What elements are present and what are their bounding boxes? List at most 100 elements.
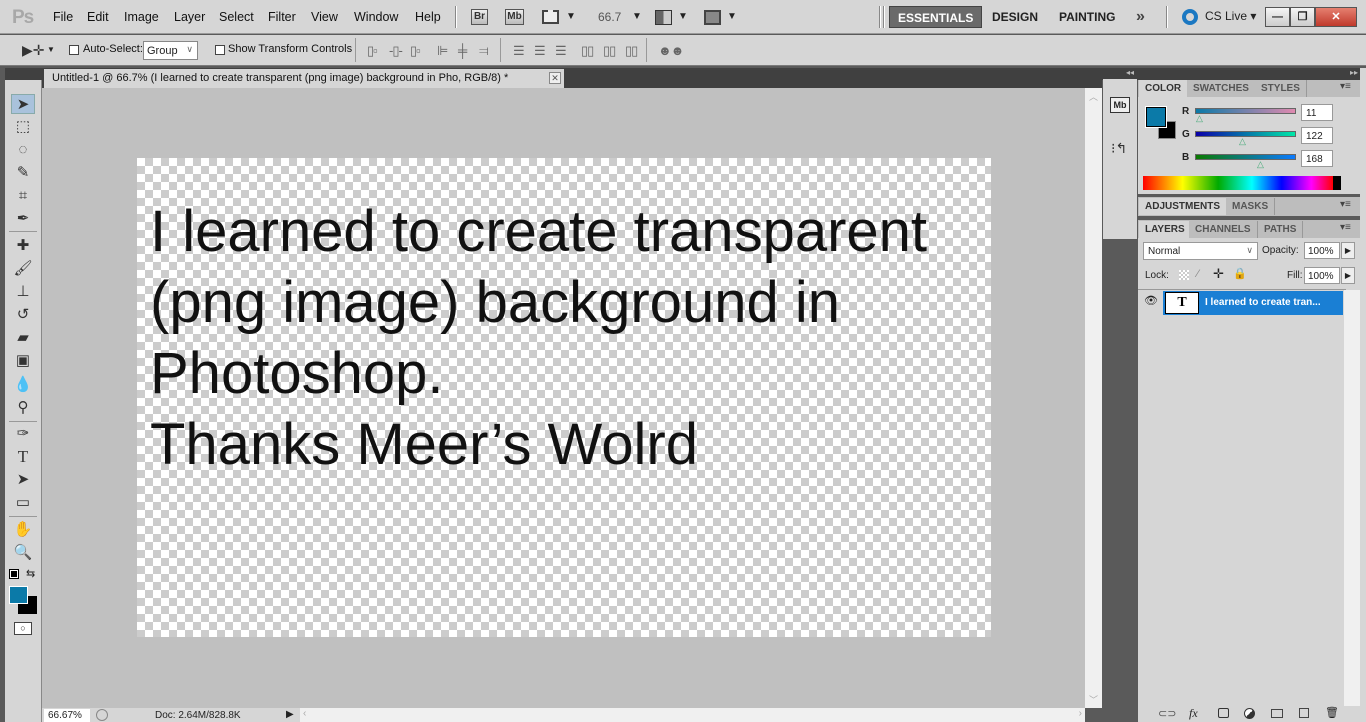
tab-masks[interactable]: MASKS (1226, 198, 1276, 215)
fill-slider-arrow-icon[interactable]: ▶ (1341, 267, 1355, 284)
lock-transparency-icon[interactable] (1179, 270, 1189, 280)
lasso-tool-icon[interactable]: ◌ (11, 140, 35, 160)
arrange-documents-icon[interactable] (655, 10, 672, 25)
dodge-tool-icon[interactable]: ⚲ (11, 398, 35, 418)
history-brush-tool-icon[interactable]: ↺ (11, 305, 35, 325)
chevron-down-icon[interactable]: ▼ (632, 11, 642, 22)
fill-input[interactable]: 100% (1304, 267, 1340, 284)
canvas-text-layer[interactable]: I learned to create transparent (png ima… (150, 196, 927, 480)
hand-tool-icon[interactable]: ✋ (11, 520, 35, 540)
workspace-essentials[interactable]: ESSENTIALS (889, 6, 983, 28)
chevron-down-icon[interactable]: ▼ (566, 11, 576, 22)
align-left-icon[interactable]: ⊫ (437, 43, 448, 59)
scroll-left-icon[interactable]: ‹ (303, 708, 306, 719)
status-menu-arrow-icon[interactable]: ▶ (286, 709, 294, 720)
tab-adjustments[interactable]: ADJUSTMENTS (1139, 198, 1228, 215)
tab-channels[interactable]: CHANNELS (1189, 221, 1258, 238)
expand-icon[interactable]: ▸▸ (1350, 68, 1358, 77)
distribute-left-icon[interactable]: ▯▯ (581, 43, 594, 59)
auto-select-dropdown[interactable]: Group ∨ (143, 41, 198, 60)
opacity-slider-arrow-icon[interactable]: ▶ (1341, 242, 1355, 259)
menu-filter[interactable]: Filter (268, 10, 296, 24)
distribute-vcenter-icon[interactable]: ☰ (534, 43, 546, 59)
pen-tool-icon[interactable]: ✑ (11, 424, 35, 444)
menu-select[interactable]: Select (219, 10, 254, 24)
adjustment-layer-icon[interactable] (1244, 708, 1255, 719)
workspace-painting[interactable]: PAINTING (1051, 6, 1123, 28)
align-bottom-icon[interactable]: ▯▫ (410, 43, 421, 59)
lock-image-icon[interactable]: ⁄ (1197, 268, 1199, 280)
screen-mode-icon[interactable] (704, 10, 721, 25)
vertical-scrollbar[interactable]: ︿ ﹀ (1085, 88, 1102, 708)
blur-tool-icon[interactable]: 💧 (11, 375, 35, 395)
menu-image[interactable]: Image (124, 10, 159, 24)
blend-mode-dropdown[interactable]: Normal ∨ (1143, 242, 1258, 260)
align-hcenter-icon[interactable]: ╪ (458, 43, 467, 58)
crop-tool-icon[interactable]: ⌗ (11, 186, 35, 206)
chevron-down-icon[interactable]: ▼ (727, 11, 737, 22)
tools-panel-header[interactable] (5, 68, 42, 80)
eraser-tool-icon[interactable]: ▰ (11, 328, 35, 348)
quick-mask-icon[interactable]: ○ (14, 622, 32, 635)
path-selection-tool-icon[interactable]: ➤ (11, 470, 35, 490)
close-window-button[interactable]: ✕ (1315, 7, 1357, 27)
foreground-color-swatch[interactable] (1145, 106, 1167, 128)
collapse-icon[interactable]: ◂◂ (1126, 68, 1134, 77)
delete-layer-icon[interactable]: 🗑 (1325, 706, 1339, 719)
distribute-top-icon[interactable]: ☰ (513, 43, 525, 59)
new-group-icon[interactable] (1271, 709, 1283, 718)
auto-align-layers-icon[interactable]: ☻☻ (658, 43, 684, 58)
menu-window[interactable]: Window (354, 10, 398, 24)
lock-position-icon[interactable]: ✛ (1213, 266, 1224, 282)
new-layer-icon[interactable] (1299, 708, 1309, 718)
zoom-field[interactable]: 66.67% (44, 709, 90, 722)
shape-tool-icon[interactable]: ▭ (11, 493, 35, 513)
show-transform-checkbox[interactable] (215, 45, 225, 55)
chevron-down-icon[interactable]: ▼ (678, 11, 688, 22)
scroll-down-icon[interactable]: ﹀ (1089, 693, 1098, 706)
marquee-tool-icon[interactable]: ⬚ (11, 117, 35, 137)
bridge-button[interactable]: Br (471, 9, 488, 25)
add-mask-icon[interactable] (1218, 708, 1229, 718)
red-value-input[interactable]: 11 (1301, 104, 1333, 121)
more-workspaces-icon[interactable]: » (1128, 6, 1153, 28)
history-panel-icon[interactable]: ⁝↰ (1111, 140, 1127, 157)
align-vcenter-icon[interactable]: -▯- (389, 43, 403, 59)
horizontal-scrollbar[interactable]: ‹ › (300, 708, 1085, 722)
workspace-design[interactable]: DESIGN (984, 6, 1046, 28)
menu-view[interactable]: View (311, 10, 338, 24)
close-document-icon[interactable]: ✕ (549, 72, 561, 84)
tab-paths[interactable]: PATHS (1258, 221, 1304, 238)
panel-menu-icon[interactable]: ▾≡ (1340, 199, 1351, 210)
distribute-right-icon[interactable]: ▯▯ (625, 43, 638, 59)
panel-menu-icon[interactable]: ▾≡ (1340, 222, 1351, 233)
blue-value-input[interactable]: 168 (1301, 150, 1333, 167)
tab-styles[interactable]: STYLES (1255, 80, 1307, 97)
quick-selection-tool-icon[interactable]: ✎ (11, 163, 35, 183)
clone-stamp-tool-icon[interactable]: ⊥ (11, 282, 35, 302)
scroll-right-icon[interactable]: › (1079, 708, 1082, 719)
chevron-down-icon[interactable]: ▼ (47, 45, 55, 54)
menu-edit[interactable]: Edit (87, 10, 109, 24)
minimize-button[interactable]: — (1265, 7, 1290, 27)
layer-style-fx-icon[interactable]: fx (1189, 706, 1198, 721)
document-tab[interactable]: Untitled-1 @ 66.7% (I learned to create … (44, 69, 564, 88)
view-extras-icon[interactable] (542, 10, 559, 24)
lock-all-icon[interactable]: 🔒 (1233, 267, 1247, 280)
swap-colors-icon[interactable]: ⇆ (26, 567, 35, 580)
auto-select-checkbox[interactable] (69, 45, 79, 55)
brush-tool-icon[interactable]: 🖌 (11, 259, 35, 279)
green-slider-handle[interactable]: △ (1239, 136, 1246, 147)
color-spectrum-ramp[interactable] (1143, 176, 1341, 190)
zoom-level[interactable]: 66.7 (598, 10, 621, 24)
menu-file[interactable]: File (53, 10, 73, 24)
blue-slider-handle[interactable]: △ (1257, 159, 1264, 170)
tab-swatches[interactable]: SWATCHES (1187, 80, 1256, 97)
align-right-icon[interactable]: ⫤ (479, 43, 489, 59)
opacity-input[interactable]: 100% (1304, 242, 1340, 259)
move-tool-icon[interactable]: ➤ (11, 94, 35, 114)
red-slider[interactable] (1195, 108, 1296, 114)
blue-slider[interactable] (1195, 154, 1296, 160)
foreground-color-swatch[interactable] (9, 586, 28, 604)
link-layers-icon[interactable]: ⊂⊃ (1158, 707, 1176, 720)
